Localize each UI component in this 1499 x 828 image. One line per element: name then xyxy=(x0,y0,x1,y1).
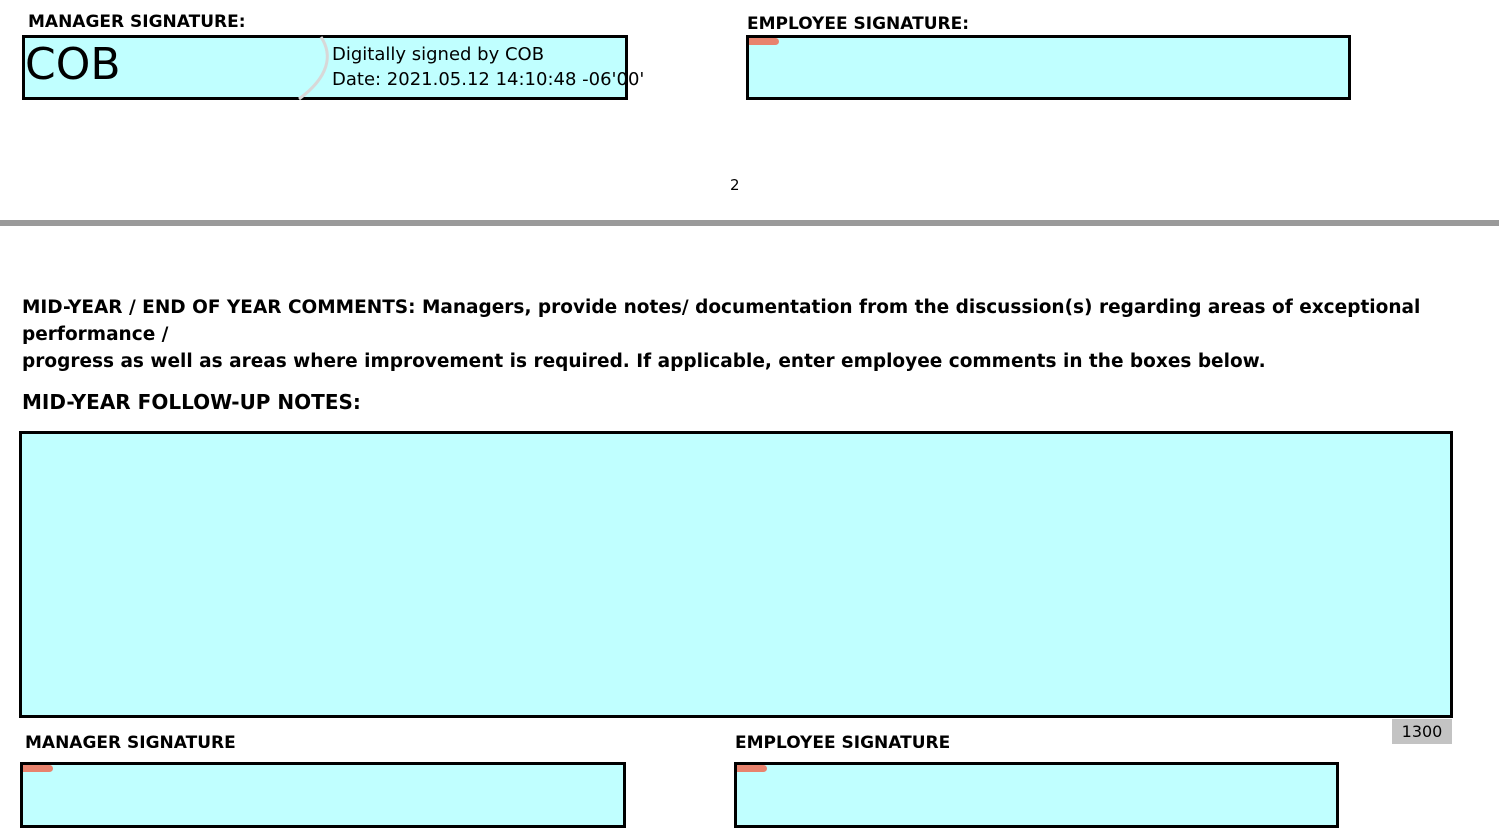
signature-date: Date: 2021.05.12 14:10:48 -06'00' xyxy=(332,69,645,90)
signature-info: Digitally signed by COB Date: 2021.05.12… xyxy=(332,42,644,92)
employee-signature-field[interactable] xyxy=(746,35,1351,100)
bottom-manager-signature-label: MANAGER SIGNATURE xyxy=(25,733,236,753)
signature-signed-by: Digitally signed by COB xyxy=(332,44,545,65)
instructions-line-2: progress as well as areas where improvem… xyxy=(22,351,1266,372)
instructions-line-1: MID-YEAR / END OF YEAR COMMENTS: Manager… xyxy=(22,297,1421,345)
comments-instructions: MID-YEAR / END OF YEAR COMMENTS: Manager… xyxy=(22,294,1472,375)
signature-name: COB xyxy=(25,39,121,90)
page-divider xyxy=(0,220,1499,226)
manager-signature-label: MANAGER SIGNATURE: xyxy=(28,12,246,32)
mid-year-notes-textarea[interactable] xyxy=(19,431,1453,718)
employee-signature-label: EMPLOYEE SIGNATURE: xyxy=(747,14,970,34)
bottom-employee-signature-field[interactable] xyxy=(734,762,1339,828)
signature-stroke-icon xyxy=(298,36,329,101)
bottom-employee-signature-label: EMPLOYEE SIGNATURE xyxy=(735,733,951,753)
sign-here-tag[interactable] xyxy=(749,38,779,45)
sign-here-tag[interactable] xyxy=(23,765,53,772)
character-limit-counter: 1300 xyxy=(1392,719,1452,744)
bottom-manager-signature-field[interactable] xyxy=(20,762,626,828)
mid-year-notes-label: MID-YEAR FOLLOW-UP NOTES: xyxy=(22,390,361,414)
page-number: 2 xyxy=(730,176,740,194)
manager-signature-field[interactable]: COB Digitally signed by COB Date: 2021.0… xyxy=(22,35,644,101)
sign-here-tag[interactable] xyxy=(737,765,767,772)
